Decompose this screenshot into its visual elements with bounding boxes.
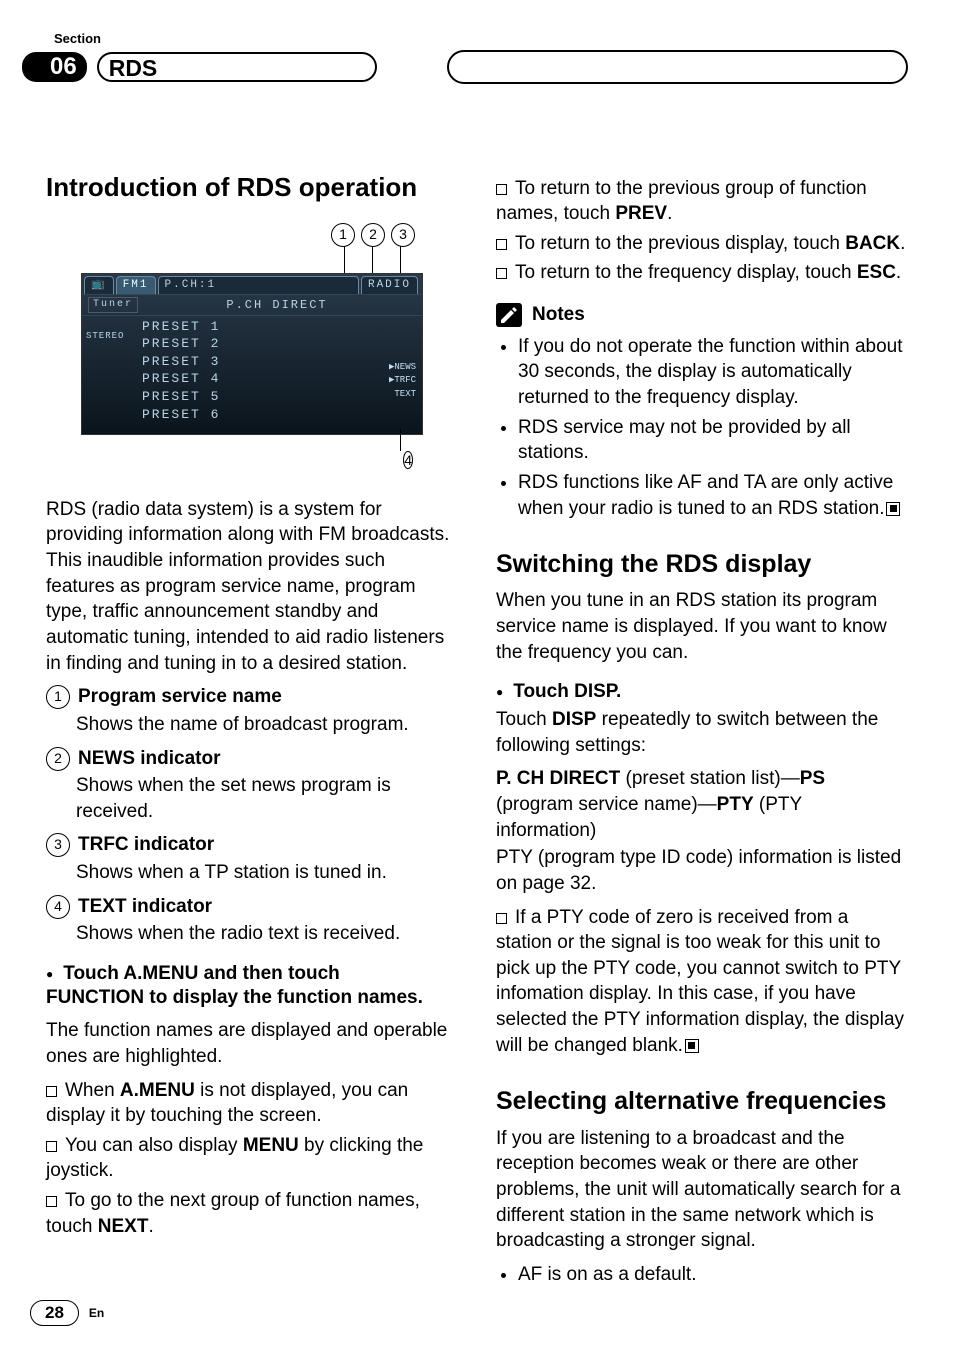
legend-4-title: TEXT indicator [78, 894, 212, 920]
left-column: Introduction of RDS operation 1 2 3 📺 FM… [46, 172, 456, 1292]
switching-intro: When you tune in an RDS station its prog… [496, 588, 906, 665]
disp-sequence: P. CH DIRECT (preset station list)—PS (p… [496, 766, 906, 843]
legend-2: 2 NEWS indicator [46, 746, 456, 772]
header-spacer-pill [447, 50, 908, 84]
legend-2-body: Shows when the set news program is recei… [76, 773, 456, 824]
pch-direct-label: P.CH DIRECT [226, 297, 327, 313]
device-screenshot: 1 2 3 📺 FM1 P.CH:1 RADIO Tuner P.CH DIRE… [81, 223, 421, 473]
text-indicator: TEXT [389, 388, 416, 402]
chapter-title: RDS [97, 52, 377, 82]
callout-3: 3 [391, 223, 415, 247]
preset-4: PRESET 4 [142, 370, 416, 388]
preset-1: PRESET 1 [142, 318, 416, 336]
note-next: To go to the next group of function name… [46, 1188, 456, 1239]
callout-1: 1 [331, 223, 355, 247]
screen-tab-row: 📺 FM1 P.CH:1 RADIO [82, 274, 422, 294]
top-callouts: 1 2 3 [331, 223, 415, 247]
news-indicator: ▶NEWS [389, 361, 416, 375]
heading-switching: Switching the RDS display [496, 549, 906, 580]
trfc-indicator: ▶TRFC [389, 374, 416, 388]
tab-icon: 📺 [84, 276, 114, 294]
preset-5: PRESET 5 [142, 388, 416, 406]
step-head-line2: FUNCTION to display the function names. [46, 985, 456, 1011]
legend-4: 4 TEXT indicator [46, 894, 456, 920]
legend-1: 1 Program service name [46, 684, 456, 710]
note-item-3: RDS functions like AF and TA are only ac… [518, 470, 906, 521]
legend-2-title: NEWS indicator [78, 746, 221, 772]
screen-row2: Tuner P.CH DIRECT [82, 294, 422, 316]
tab-pch: P.CH:1 [158, 276, 359, 294]
note-esc: To return to the frequency display, touc… [496, 260, 906, 286]
step-body: The function names are displayed and ope… [46, 1018, 456, 1069]
tuner-label: Tuner [88, 297, 138, 313]
note-amenu: When A.MENU is not displayed, you can di… [46, 1078, 456, 1129]
note-prev: To return to the previous group of funct… [496, 176, 906, 227]
note-item-2: RDS service may not be provided by all s… [518, 415, 906, 466]
tab-fm: FM1 [116, 276, 156, 294]
af-default: AF is on as a default. [518, 1262, 906, 1288]
callout-4: 4 [403, 451, 413, 469]
legend-3-title: TRFC indicator [78, 832, 214, 858]
heading-alt-freq: Selecting alternative frequencies [496, 1086, 906, 1117]
notes-heading: Notes [496, 302, 906, 328]
end-mark-icon [685, 1039, 699, 1053]
touch-disp-head: Touch DISP. [496, 679, 906, 705]
pty-zero-note: If a PTY code of zero is received from a… [496, 905, 906, 1059]
legend-4-body: Shows when the radio text is received. [76, 921, 456, 947]
preset-3: PRESET 3 [142, 353, 416, 371]
footer: 28 En [30, 1300, 104, 1326]
preset-6: PRESET 6 [142, 406, 416, 424]
columns: Introduction of RDS operation 1 2 3 📺 FM… [46, 172, 908, 1292]
lcd-screen: 📺 FM1 P.CH:1 RADIO Tuner P.CH DIRECT STE… [81, 273, 423, 435]
legend-4-num: 4 [46, 895, 70, 919]
legend-1-body: Shows the name of broadcast program. [76, 712, 456, 738]
footer-lang: En [89, 1305, 104, 1321]
note-menu: You can also display MENU by clicking th… [46, 1133, 456, 1184]
section-label: Section [54, 30, 908, 48]
preset-2: PRESET 2 [142, 335, 416, 353]
end-mark-icon [886, 502, 900, 516]
legend-3: 3 TRFC indicator [46, 832, 456, 858]
section-number: 06 [22, 52, 87, 82]
disp-pty-ref: PTY (program type ID code) information i… [496, 845, 906, 896]
legend-3-num: 3 [46, 833, 70, 857]
disp-body: Touch DISP repeatedly to switch between … [496, 707, 906, 758]
tab-radio: RADIO [361, 276, 418, 294]
note-back: To return to the previous display, touch… [496, 231, 906, 257]
legend-2-num: 2 [46, 747, 70, 771]
pencil-icon [496, 303, 522, 327]
notes-label: Notes [532, 302, 585, 328]
legend-3-body: Shows when a TP station is tuned in. [76, 860, 456, 886]
page: Section 06 RDS Introduction of RDS opera… [0, 0, 954, 1352]
heading-intro: Introduction of RDS operation [46, 172, 456, 203]
alt-freq-intro: If you are listening to a broadcast and … [496, 1126, 906, 1254]
intro-paragraph: RDS (radio data system) is a system for … [46, 497, 456, 676]
note-item-1: If you do not operate the function withi… [518, 334, 906, 411]
right-indicators: ▶NEWS ▶TRFC TEXT [389, 361, 416, 402]
callout-2: 2 [361, 223, 385, 247]
right-column: To return to the previous group of funct… [496, 172, 906, 1292]
legend-1-title: Program service name [78, 684, 282, 710]
notes-list: If you do not operate the function withi… [496, 334, 906, 521]
preset-list: STEREO PRESET 1 PRESET 2 PRESET 3 PRESET… [82, 316, 422, 425]
step-head-line1: Touch A.MENU and then touch [46, 961, 456, 987]
legend-1-num: 1 [46, 685, 70, 709]
lead-line [400, 429, 401, 451]
header-row: 06 RDS [46, 50, 908, 84]
af-list: AF is on as a default. [496, 1262, 906, 1288]
page-number: 28 [30, 1300, 79, 1326]
bottom-callout: 4 [403, 447, 413, 473]
stereo-label: STEREO [86, 330, 124, 342]
